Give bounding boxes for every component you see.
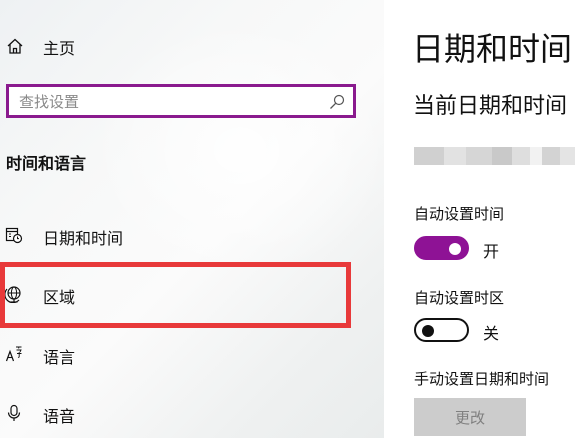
- auto-set-timezone-toggle[interactable]: [414, 318, 469, 342]
- manual-set-date-time-label: 手动设置日期和时间: [414, 370, 550, 388]
- sidebar: 主页 时间和语言: [0, 0, 384, 438]
- sidebar-item-label: 区域: [43, 288, 76, 307]
- search-box[interactable]: [6, 84, 356, 118]
- sidebar-item-label: 语音: [43, 407, 76, 426]
- current-date-time-heading: 当前日期和时间: [413, 94, 568, 119]
- section-title: 时间和语言: [6, 154, 87, 173]
- calendar-clock-icon: [5, 226, 23, 244]
- auto-set-timezone-state: 关: [483, 324, 500, 343]
- current-date-time-value-blurred: [414, 147, 575, 165]
- home-icon: [6, 37, 24, 55]
- auto-set-time-label: 自动设置时间: [414, 205, 505, 223]
- main-content: 日期和时间 当前日期和时间 自动设置时间 开 自动设置时区 关 手动设置日期和时…: [384, 0, 575, 438]
- change-button[interactable]: 更改: [414, 398, 526, 436]
- language-icon: [5, 345, 23, 363]
- sidebar-item-label: 日期和时间: [43, 229, 124, 248]
- sidebar-item-language[interactable]: 语言: [0, 334, 384, 374]
- settings-window: 主页 时间和语言: [0, 0, 575, 438]
- sidebar-item-date-time[interactable]: 日期和时间: [0, 215, 384, 255]
- auto-set-timezone-label: 自动设置时区: [414, 289, 505, 307]
- auto-set-time-toggle[interactable]: [414, 236, 469, 260]
- home-label: 主页: [43, 39, 76, 58]
- sidebar-item-speech[interactable]: 语音: [0, 393, 384, 433]
- auto-set-time-state: 开: [483, 242, 500, 261]
- sidebar-item-label: 语言: [43, 348, 76, 367]
- home-nav-item[interactable]: 主页: [0, 28, 384, 64]
- page-title: 日期和时间: [412, 30, 573, 68]
- search-input[interactable]: [19, 91, 319, 113]
- microphone-icon: [5, 404, 23, 422]
- search-icon[interactable]: [329, 94, 345, 110]
- globe-icon: [4, 285, 23, 304]
- toggle-knob: [449, 243, 461, 255]
- sidebar-item-region[interactable]: 区域: [0, 274, 384, 314]
- toggle-knob: [422, 325, 434, 337]
